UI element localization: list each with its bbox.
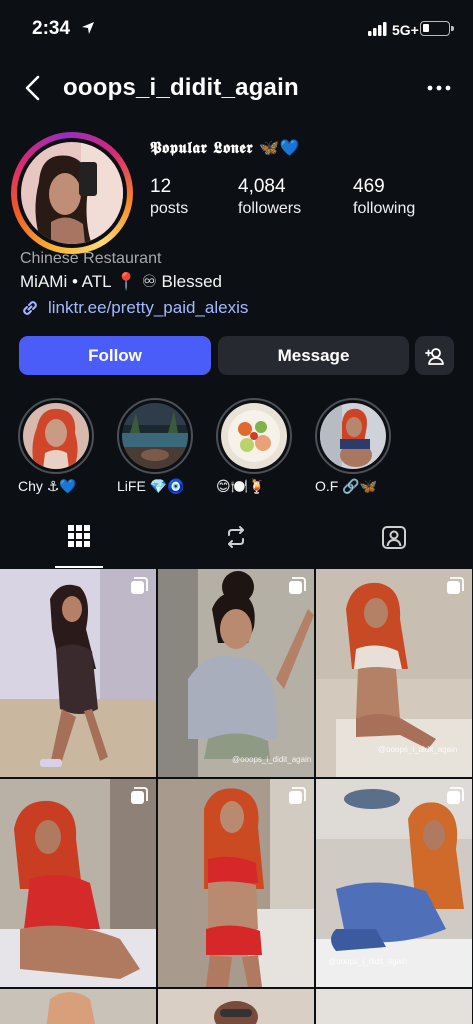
location-arrow-icon: [82, 22, 94, 34]
post-thumbnail[interactable]: [158, 779, 314, 987]
highlight-of[interactable]: O.F 🔗🦋: [315, 398, 391, 494]
multiple-photos-icon: [131, 577, 148, 594]
multiple-photos-icon: [289, 787, 306, 804]
repost-icon: [228, 526, 244, 548]
tab-posts-grid[interactable]: [54, 524, 104, 566]
highlight-cover: [122, 403, 188, 469]
post-image: [0, 569, 156, 777]
profile-link-text: linktr.ee/pretty_paid_alexis: [48, 298, 249, 317]
suggested-users-button[interactable]: [415, 336, 454, 375]
stat-posts[interactable]: 12 posts: [150, 176, 188, 218]
battery-icon: [420, 21, 454, 36]
post-thumbnail[interactable]: @ooops_i_didit_again: [316, 779, 472, 987]
highlight-label: O.F 🔗🦋: [315, 478, 378, 494]
stat-following[interactable]: 469 following: [353, 176, 415, 218]
back-arrow-icon[interactable]: [20, 74, 46, 102]
post-watermark: @ooops_i_didit_again: [378, 745, 458, 754]
profile-display-name: 𝕻𝖔𝖕𝖚𝖑𝖆𝖗 𝕷𝖔𝖓𝖊𝖗 🦋💙: [150, 138, 301, 157]
profile-username: ooops_i_didit_again: [63, 74, 299, 101]
post-thumbnail[interactable]: [316, 989, 472, 1024]
post-thumbnail[interactable]: @ooops_i_didit_again: [316, 569, 472, 777]
stat-label: posts: [150, 200, 189, 217]
multiple-photos-icon: [131, 787, 148, 804]
add-user-icon: [424, 347, 444, 365]
post-thumbnail[interactable]: [0, 989, 156, 1024]
follow-button[interactable]: Follow: [19, 336, 211, 375]
grid-icon: [68, 525, 90, 547]
highlight-cover: [23, 403, 89, 469]
stat-label: following: [353, 200, 416, 217]
post-image: [158, 779, 314, 987]
profile-category: Chinese Restaurant: [20, 250, 162, 267]
avatar-story-ring[interactable]: [11, 132, 133, 254]
post-image: [158, 989, 314, 1024]
active-tab-indicator: [55, 566, 103, 568]
highlight-life[interactable]: LiFE 💎🧿: [117, 398, 193, 494]
highlight-label: LiFE 💎🧿: [117, 478, 185, 494]
status-bar: 2:34 5G+: [0, 0, 473, 60]
link-icon: [23, 301, 37, 315]
post-image: [316, 779, 472, 987]
network-type: 5G+: [392, 22, 419, 38]
more-options-icon[interactable]: [424, 78, 454, 98]
avatar: [21, 142, 123, 244]
post-image: [0, 779, 156, 987]
post-watermark: @ooops_i_didit_again: [328, 957, 408, 966]
highlight-food[interactable]: 😊🍽️🍹: [216, 398, 292, 494]
post-thumbnail[interactable]: [0, 569, 156, 777]
stat-value: 12: [150, 176, 172, 197]
profile-link[interactable]: linktr.ee/pretty_paid_alexis: [20, 298, 248, 318]
status-time: 2:34: [32, 18, 71, 39]
message-button[interactable]: Message: [218, 336, 409, 375]
post-thumbnail[interactable]: [0, 779, 156, 987]
stat-label: followers: [238, 200, 302, 217]
signal-icon: [368, 22, 387, 36]
tagged-person-icon: [382, 526, 406, 549]
stat-value: 4,084: [238, 176, 286, 197]
post-image: [0, 989, 156, 1024]
post-watermark: @ooops_i_didit_again: [232, 755, 312, 764]
highlight-chy[interactable]: Chy ⚓💙: [18, 398, 94, 494]
post-image: [316, 989, 472, 1024]
post-image: [158, 569, 314, 777]
profile-bio: MiAMi • ATL 📍 ♾ Blessed: [20, 272, 223, 291]
highlight-cover: [221, 403, 287, 469]
highlight-cover: [320, 403, 386, 469]
multiple-photos-icon: [289, 577, 306, 594]
tab-tagged[interactable]: [369, 524, 419, 566]
post-thumbnail[interactable]: @ooops_i_didit_again: [158, 569, 314, 777]
stat-followers[interactable]: 4,084 followers: [238, 176, 301, 218]
multiple-photos-icon: [447, 577, 464, 594]
multiple-photos-icon: [447, 787, 464, 804]
stat-value: 469: [353, 176, 385, 197]
highlight-label: 😊🍽️🍹: [216, 478, 266, 494]
highlight-label: Chy ⚓💙: [18, 478, 77, 494]
tab-reposts[interactable]: [211, 524, 261, 566]
post-thumbnail[interactable]: [158, 989, 314, 1024]
